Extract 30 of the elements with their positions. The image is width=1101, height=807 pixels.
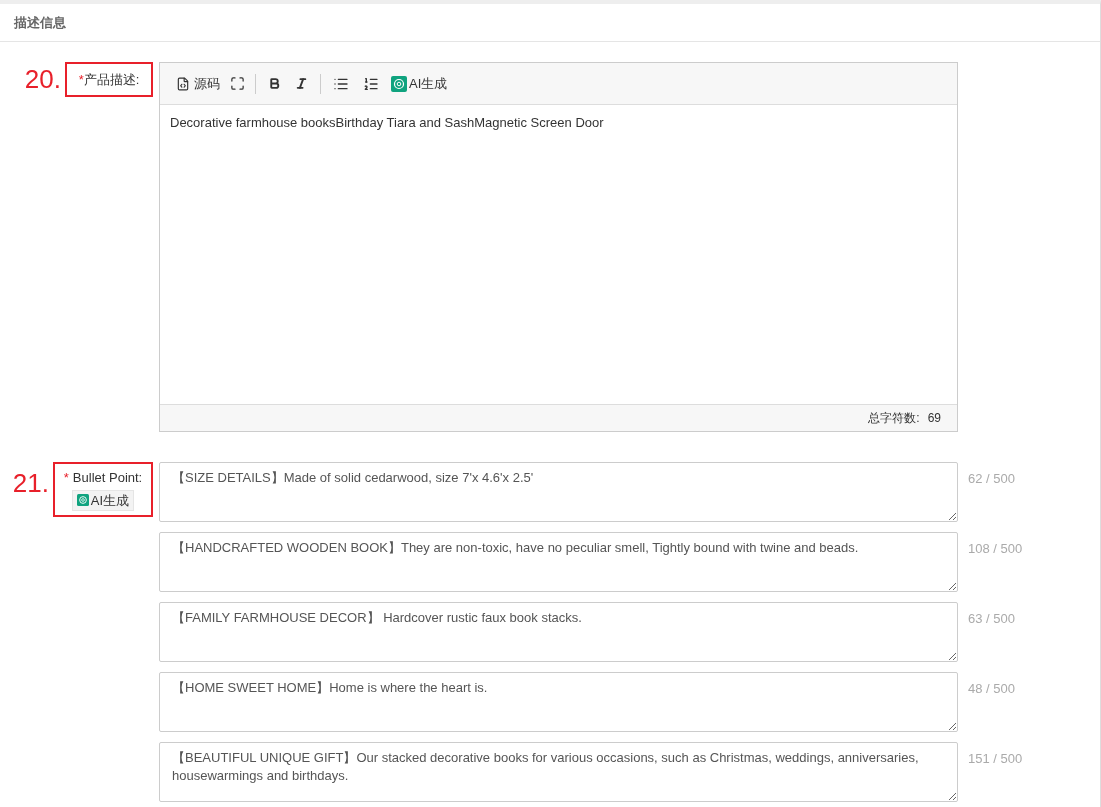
field-label: Bullet Point: — [72, 469, 143, 487]
bullet-point-textarea[interactable]: 【SIZE DETAILS】Made of solid cedarwood, size 7'x 4.6'x 2.5' — [159, 462, 958, 522]
bullet-point-textarea[interactable]: 【HOME SWEET HOME】Home is where the heart is. — [159, 672, 958, 732]
annotation-number: 20. — [24, 66, 61, 92]
bullet-point-textarea[interactable]: 【FAMILY FARMHOUSE DECOR】 Hardcover rustic faux book stacks. — [159, 602, 958, 662]
character-count: 69 — [927, 410, 941, 427]
section-title: 描述信息 — [14, 13, 66, 32]
source-code-button[interactable]: 源码 — [172, 71, 224, 96]
required-asterisk: * — [63, 469, 69, 487]
ai-logo-icon — [76, 494, 89, 507]
required-asterisk: * — [78, 71, 84, 89]
ai-generate-button[interactable]: AI生成 — [387, 71, 452, 96]
character-count-label: 总字符数: — [868, 410, 920, 427]
numbered-list-icon — [363, 75, 379, 92]
ai-generate-button[interactable]: AI生成 — [71, 489, 135, 511]
character-count: 63 / 500 — [968, 610, 1015, 628]
fullscreen-icon — [230, 76, 245, 91]
character-count: 48 / 500 — [968, 680, 1015, 698]
bold-icon — [268, 77, 281, 90]
character-count: 62 / 500 — [968, 470, 1015, 488]
bullet-point-textarea[interactable]: 【HANDCRAFTED WOODEN BOOK】They are non-toxic, have no peculiar smell, Tightly bound with twine and beads. — [159, 532, 958, 592]
editor-content[interactable]: Decorative farmhouse booksBirthday Tiara and SashMagnetic Screen Door — [160, 105, 957, 404]
character-count: 108 / 500 — [968, 540, 1023, 558]
bullet-point-textarea[interactable]: 【BEAUTIFUL UNIQUE GIFT】Our stacked decorative books for various occasions, such as Christmas, weddings, anniversaries, housewarmings and birthdays. — [159, 742, 958, 802]
field-label: 产品描述: — [83, 71, 140, 89]
code-file-icon — [176, 76, 190, 91]
character-count: 151 / 500 — [968, 750, 1023, 768]
annotation-number: 21. — [12, 470, 49, 496]
italic-icon — [295, 77, 308, 90]
ai-logo-icon — [391, 75, 407, 92]
